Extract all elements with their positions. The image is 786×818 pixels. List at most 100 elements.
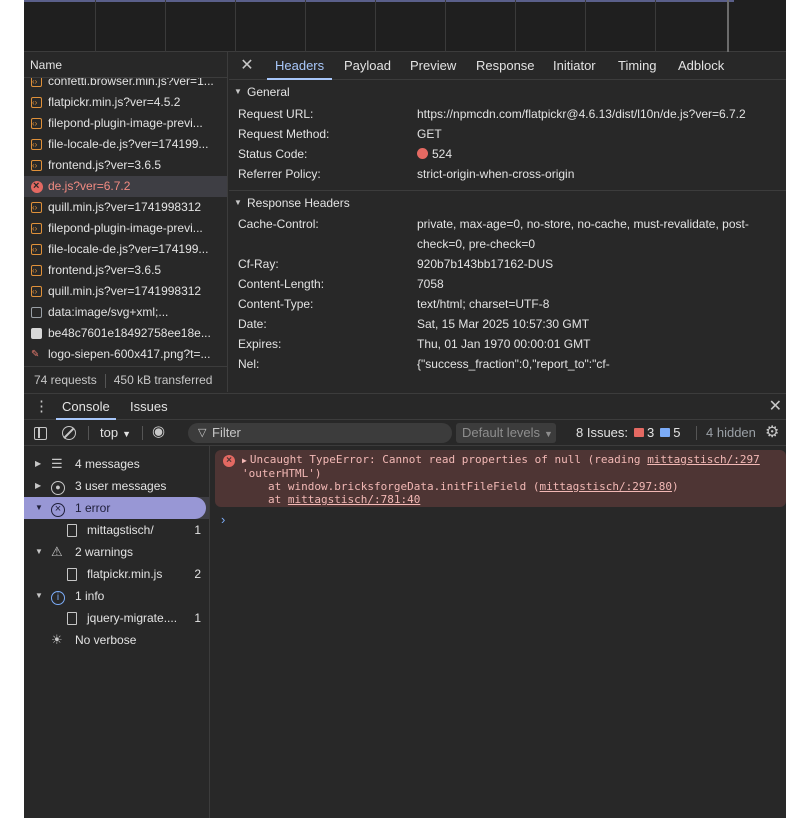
header-row: Content-Type: text/html; charset=UTF-8 xyxy=(229,294,786,314)
error-source-link[interactable]: mittagstisch/:297 xyxy=(647,453,760,466)
response-headers-toggle[interactable]: Response Headers xyxy=(229,190,786,215)
request-row[interactable]: confetti.browser.min.js?ver=1... xyxy=(24,78,227,92)
error-icon: × xyxy=(51,497,65,519)
request-row[interactable]: quill.min.js?ver=1741998312 xyxy=(24,281,227,302)
tab-response[interactable]: Response xyxy=(476,52,535,80)
request-name: confetti.browser.min.js?ver=1... xyxy=(48,78,214,88)
tab-preview[interactable]: Preview xyxy=(410,52,456,80)
waterfall-gridline xyxy=(655,0,656,52)
sidebar-item-label: No verbose xyxy=(75,633,137,647)
request-row[interactable]: de.js?ver=6.7.2 xyxy=(24,176,227,197)
tab-headers[interactable]: Headers xyxy=(266,52,333,80)
waterfall-gridline xyxy=(165,0,166,52)
request-row[interactable]: frontend.js?ver=3.6.5 xyxy=(24,260,227,281)
tab-issues[interactable]: Issues xyxy=(130,394,168,420)
collapse-arrow-icon: ▼ xyxy=(35,503,43,512)
request-list: Name confetti.browser.min.js?ver=1... fla… xyxy=(24,52,228,392)
sidebar-item-verbose[interactable]: ☀ No verbose xyxy=(24,629,209,651)
sidebar-item-warning-source[interactable]: flatpickr.min.js 2 xyxy=(24,563,209,585)
request-row[interactable]: be48c7601e18492758ee18e... xyxy=(24,323,227,344)
warning-icon: ⚠ xyxy=(51,544,63,559)
request-row[interactable]: file-locale-de.js?ver=174199... xyxy=(24,134,227,155)
request-name: frontend.js?ver=3.6.5 xyxy=(48,158,162,172)
tab-initiator[interactable]: Initiator xyxy=(553,52,596,80)
request-row[interactable]: file-locale-de.js?ver=174199... xyxy=(24,239,227,260)
filter-input[interactable]: ▽ Filter xyxy=(188,423,452,443)
header-row: Cf-Ray: 920b7b143bb17162-DUS xyxy=(229,254,786,274)
stack-frame-link[interactable]: mittagstisch/:781:40 xyxy=(288,493,420,506)
sidebar-item-user-messages[interactable]: ▶ ● 3 user messages xyxy=(24,475,209,497)
script-file-icon xyxy=(31,92,42,113)
sidebar-item-error-source[interactable]: mittagstisch/ 1 xyxy=(24,519,209,541)
request-row[interactable]: flatpickr.min.js?ver=4.5.2 xyxy=(24,92,227,113)
network-waterfall[interactable] xyxy=(24,0,786,52)
general-section: Request URL: https://npmcdn.com/flatpick… xyxy=(229,104,786,190)
issues-error-count: 3 xyxy=(647,425,655,440)
header-key: Request Method: xyxy=(238,127,330,141)
stack-frame-link[interactable]: mittagstisch/:297:80 xyxy=(540,480,672,493)
sidebar-item-label: 3 user messages xyxy=(75,479,167,493)
stack-frame-text: ) xyxy=(671,480,679,493)
close-drawer-icon[interactable]: ✕ xyxy=(769,396,782,418)
request-row[interactable]: logo-siepen-600x417.png?t=... xyxy=(24,344,227,365)
info-issue-icon xyxy=(660,428,671,437)
request-row[interactable]: filepond-plugin-image-previ... xyxy=(24,218,227,239)
request-name: be48c7601e18492758ee18e... xyxy=(48,326,211,340)
sidebar-item-messages[interactable]: ▶ ☰ 4 messages xyxy=(24,453,209,475)
waterfall-gridline xyxy=(515,0,516,52)
sidebar-item-info[interactable]: ▼ i 1 info xyxy=(24,585,209,607)
request-row[interactable]: data:image/svg+xml;... xyxy=(24,302,227,323)
chevron-down-icon: ▼ xyxy=(544,429,553,439)
request-name: frontend.js?ver=3.6.5 xyxy=(48,263,162,277)
request-row[interactable]: quill.min.js?ver=1741998312 xyxy=(24,197,227,218)
clear-console-icon[interactable] xyxy=(62,426,76,440)
console-sidebar: ▶ ☰ 4 messages ▶ ● 3 user messages ▼ × 1… xyxy=(24,446,210,818)
tab-timing[interactable]: Timing xyxy=(618,52,657,80)
user-icon: ● xyxy=(51,475,65,497)
eye-icon[interactable]: ◉ xyxy=(152,423,165,441)
script-file-icon xyxy=(31,197,42,218)
status-error-icon xyxy=(417,148,428,159)
header-value: strict-origin-when-cross-origin xyxy=(417,167,575,181)
header-row: Expires: Thu, 01 Jan 1970 00:00:01 GMT xyxy=(229,334,786,354)
waterfall-timeline xyxy=(24,0,734,2)
issues-counter[interactable]: 8 Issues: 3 5 xyxy=(576,420,681,446)
sidebar-toggle-icon[interactable] xyxy=(34,427,47,440)
request-row[interactable]: frontend.js?ver=3.6.5 xyxy=(24,155,227,176)
header-row: Date: Sat, 15 Mar 2025 10:57:30 GMT xyxy=(229,314,786,334)
console-prompt[interactable]: › xyxy=(221,512,225,527)
sidebar-item-label: 1 info xyxy=(75,589,105,603)
tab-console[interactable]: Console xyxy=(56,394,116,420)
status-code: 524 xyxy=(432,147,453,161)
header-value: {"success_fraction":0,"report_to":"cf- xyxy=(417,357,610,371)
close-icon[interactable]: ✕ xyxy=(237,56,257,76)
waterfall-gridline xyxy=(235,0,236,52)
list-icon: ☰ xyxy=(51,456,63,471)
log-levels-dropdown[interactable]: Default levels ▼ xyxy=(456,423,556,443)
general-section-toggle[interactable]: General xyxy=(229,80,786,104)
header-row: Referrer Policy: strict-origin-when-cros… xyxy=(229,164,786,184)
transferred-size: 450 kB transferred xyxy=(113,373,213,387)
more-options-icon[interactable]: ⋮ xyxy=(34,398,49,416)
sidebar-item-errors[interactable]: ▼ × 1 error xyxy=(24,497,209,519)
tab-adblock[interactable]: Adblock xyxy=(678,52,724,80)
header-value: 920b7b143bb17162-DUS xyxy=(417,257,554,271)
sidebar-item-warnings[interactable]: ▼ ⚠ 2 warnings xyxy=(24,541,209,563)
image-file-icon xyxy=(31,344,42,365)
gear-icon[interactable]: ⚙ xyxy=(765,423,779,443)
tab-payload[interactable]: Payload xyxy=(344,52,391,80)
name-column-header[interactable]: Name xyxy=(24,52,227,78)
request-row[interactable]: filepond-plugin-image-previ... xyxy=(24,113,227,134)
error-issue-icon xyxy=(634,428,645,437)
header-key: Status Code: xyxy=(238,147,308,161)
error-icon xyxy=(31,176,43,197)
details-tabs: ✕ Headers Payload Preview Response Initi… xyxy=(229,52,786,80)
expand-arrow-icon[interactable]: ▶ xyxy=(242,456,247,465)
header-row: Request Method: GET xyxy=(229,124,786,144)
error-message[interactable]: × ▶ Uncaught TypeError: Cannot read prope… xyxy=(215,450,786,507)
header-key: Content-Type: xyxy=(238,297,314,311)
sidebar-item-info-source[interactable]: jquery-migrate.... 1 xyxy=(24,607,209,629)
console-output[interactable]: × ▶ Uncaught TypeError: Cannot read prope… xyxy=(211,446,786,818)
context-selector[interactable]: top ▼ xyxy=(100,420,131,446)
info-icon: i xyxy=(51,585,65,607)
